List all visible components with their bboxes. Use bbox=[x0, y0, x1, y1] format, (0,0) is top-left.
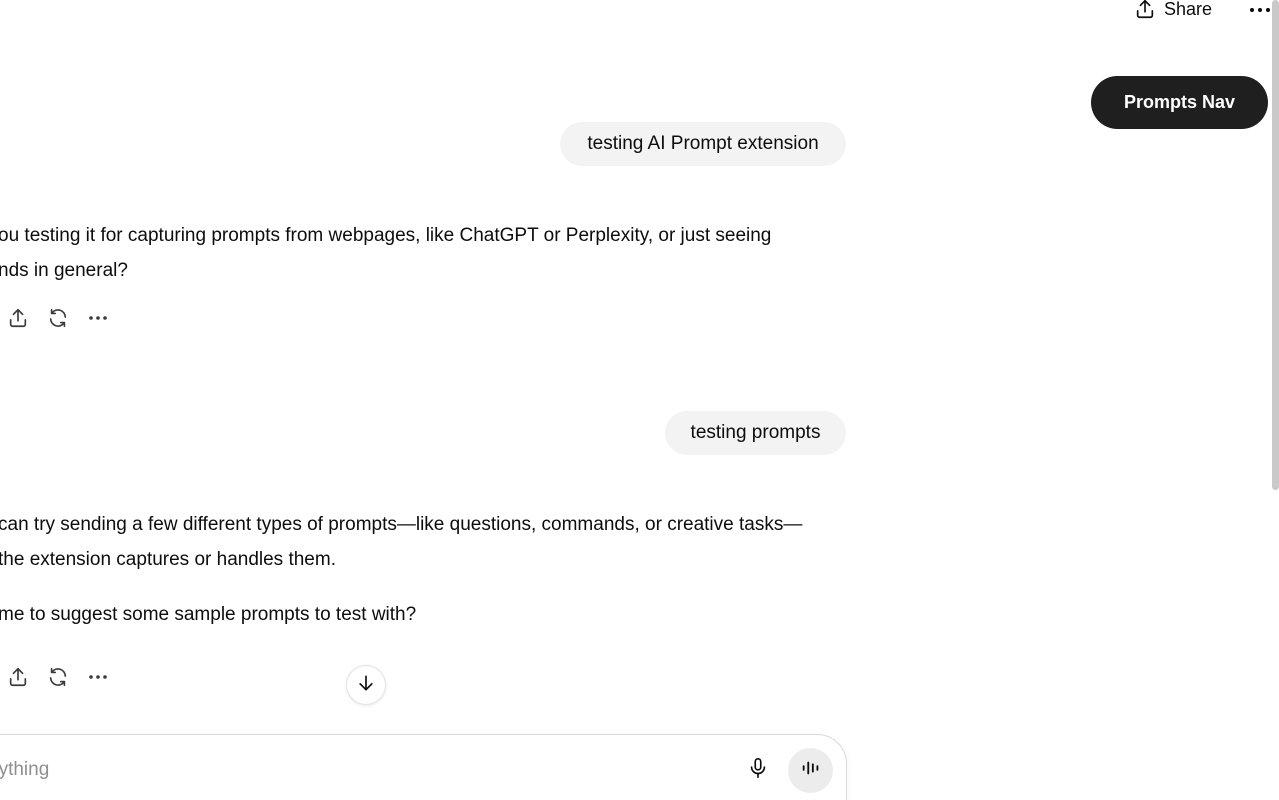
chat-page: Share Prompts Nav testing AI Prompt exte… bbox=[0, 0, 1279, 800]
regenerate-button[interactable] bbox=[46, 665, 70, 689]
scroll-to-bottom-button[interactable] bbox=[346, 665, 386, 705]
message-more-button[interactable] bbox=[86, 665, 110, 689]
regenerate-button[interactable] bbox=[46, 306, 70, 330]
share-message-button[interactable] bbox=[6, 665, 30, 689]
dictate-button[interactable] bbox=[744, 756, 772, 784]
share-button[interactable]: Share bbox=[1134, 0, 1212, 24]
ellipsis-icon bbox=[1249, 0, 1271, 18]
share-icon bbox=[7, 307, 29, 329]
regenerate-icon bbox=[47, 307, 69, 329]
assistant-message-line: can try sending a few different types of… bbox=[0, 514, 803, 535]
assistant-message-line: the extension captures or handles them. bbox=[0, 549, 336, 570]
message-more-button[interactable] bbox=[86, 306, 110, 330]
regenerate-icon bbox=[47, 666, 69, 688]
share-label: Share bbox=[1164, 0, 1213, 19]
voice-mode-icon bbox=[800, 757, 822, 784]
prompts-nav-button[interactable]: Prompts Nav bbox=[1091, 76, 1268, 129]
arrow-down-icon bbox=[356, 673, 376, 698]
microphone-icon bbox=[747, 756, 769, 785]
assistant-message-line: me to suggest some sample prompts to tes… bbox=[0, 604, 417, 625]
more-options-icon bbox=[88, 315, 108, 321]
assistant-message-line: nds in general? bbox=[0, 260, 128, 281]
prompt-input[interactable] bbox=[0, 757, 688, 783]
voice-mode-button[interactable] bbox=[788, 748, 833, 793]
page-scrollbar[interactable] bbox=[1272, 0, 1279, 490]
user-message: testing AI Prompt extension bbox=[560, 122, 846, 166]
share-message-button[interactable] bbox=[6, 306, 30, 330]
more-options-icon bbox=[88, 674, 108, 680]
user-message: testing prompts bbox=[665, 411, 846, 455]
assistant-message-line: ou testing it for capturing prompts from… bbox=[0, 225, 772, 246]
share-icon bbox=[7, 666, 29, 688]
share-upload-icon bbox=[1134, 0, 1156, 20]
